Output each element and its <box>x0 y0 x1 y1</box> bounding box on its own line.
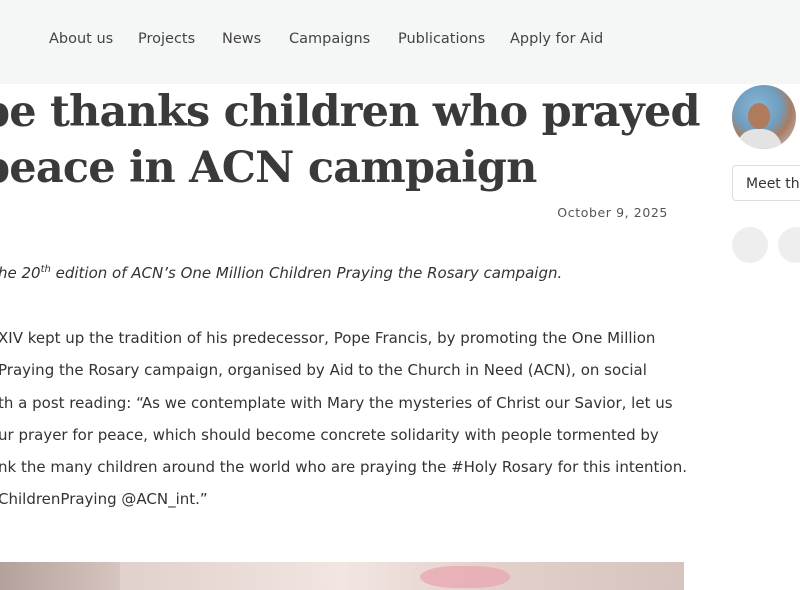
avatar-face <box>748 103 770 129</box>
top-navigation: About us Projects News Campaigns Publica… <box>0 0 800 84</box>
article-title: pe thanks children who prayed peace in A… <box>0 84 701 196</box>
article-date: October 9, 2025 <box>557 205 668 220</box>
hero-image-detail <box>420 566 510 588</box>
article-lead: he 20th edition of ACN’s One Million Chi… <box>0 264 562 282</box>
article-hero-image <box>0 562 684 590</box>
nav-link-projects[interactable]: Projects <box>138 31 195 47</box>
hero-image-shade <box>0 562 120 590</box>
lead-superscript: th <box>40 264 51 275</box>
share-icon-button[interactable] <box>732 227 768 263</box>
nav-link-campaigns[interactable]: Campaigns <box>289 31 370 47</box>
share-icon-button[interactable] <box>778 227 800 263</box>
body-line: ChildrenPraying @ACN_int.” <box>0 490 208 509</box>
body-line: th a post reading: “As we contemplate wi… <box>0 393 673 412</box>
nav-link-news[interactable]: News <box>222 31 261 47</box>
avatar-shirt <box>736 129 782 149</box>
article-title-line: peace in ACN campaign <box>0 143 537 193</box>
nav-link-apply-for-aid[interactable]: Apply for Aid <box>510 31 603 47</box>
nav-link-publications[interactable]: Publications <box>398 31 485 47</box>
nav-link-about-us[interactable]: About us <box>49 31 113 47</box>
lead-text-end: edition of ACN’s One Million Children Pr… <box>50 264 563 282</box>
article-body: XIV kept up the tradition of his predece… <box>0 322 687 516</box>
body-line: XIV kept up the tradition of his predece… <box>0 329 656 347</box>
body-line: ur prayer for peace, which should become… <box>0 425 659 444</box>
meet-the-button[interactable]: Meet the <box>732 165 800 201</box>
body-line: nk the many children around the world wh… <box>0 458 687 477</box>
article-title-line: pe thanks children who prayed <box>0 87 701 137</box>
body-line: Praying the Rosary campaign, organised b… <box>0 361 647 380</box>
author-avatar[interactable] <box>732 85 796 149</box>
lead-text-start: he 20 <box>0 264 41 282</box>
